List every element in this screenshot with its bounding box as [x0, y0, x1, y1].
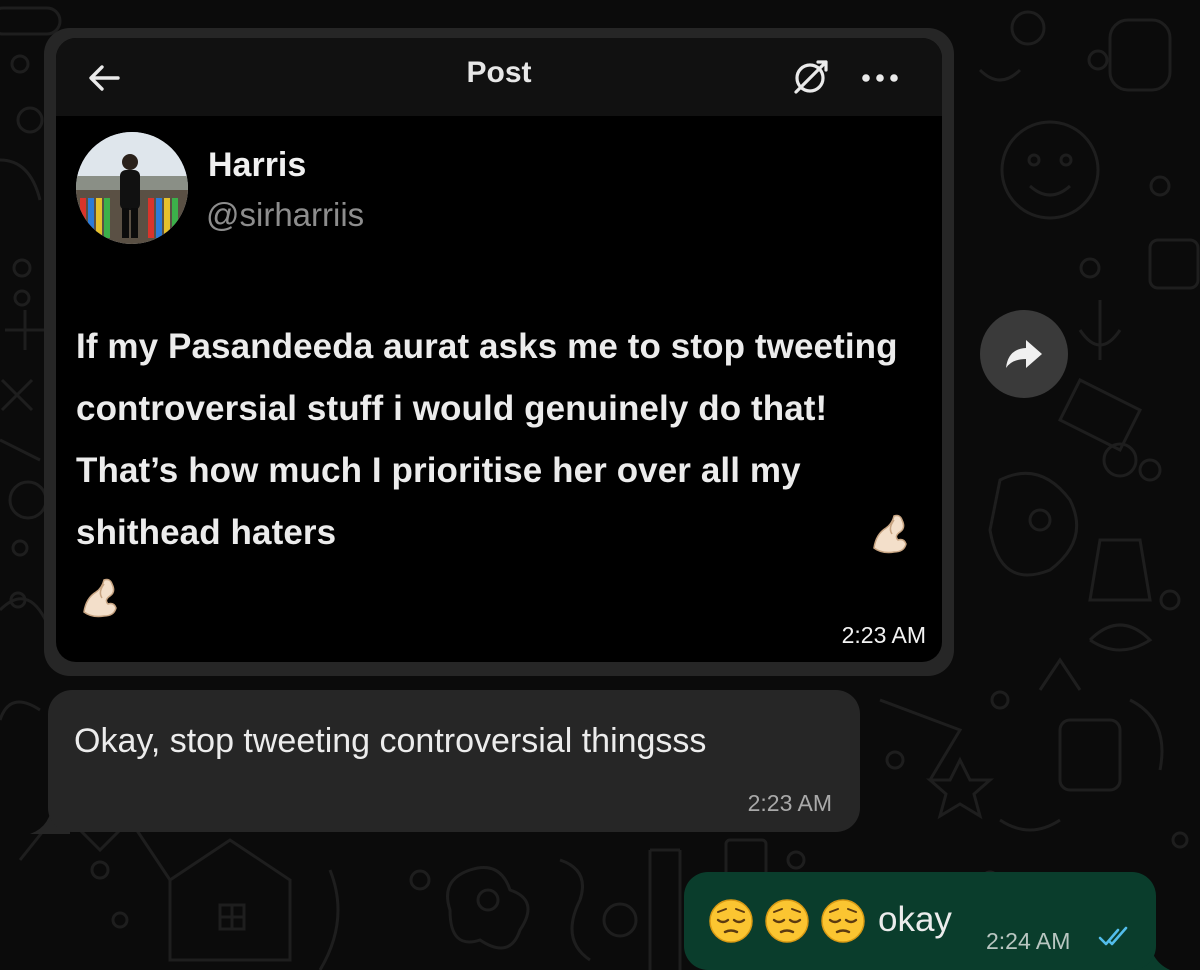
incoming-message-time: 2:23 AM	[747, 790, 832, 816]
post-message-time: 2:23 AM	[841, 622, 926, 648]
author-handle: @sirharriis	[206, 196, 365, 233]
incoming-message-bubble[interactable]: Okay, stop tweeting controversial things…	[48, 690, 860, 832]
outgoing-message-text: okay	[878, 900, 952, 939]
post-header-bar: Post	[56, 38, 942, 116]
outgoing-message-bubble[interactable]: okay 2:24 AM	[684, 872, 1156, 970]
author-avatar	[76, 132, 188, 244]
pensive-face-icon	[709, 899, 753, 943]
outgoing-message-time: 2:24 AM	[986, 928, 1071, 954]
pensive-face-icon	[765, 899, 809, 943]
double-check-read-icon	[1098, 926, 1128, 946]
pensive-face-icon	[821, 899, 865, 943]
pinching-hand-icon	[873, 514, 907, 554]
avatar-photo	[76, 132, 188, 244]
forward-arrow-icon	[1006, 340, 1042, 368]
post-screenshot: Post Harris @sirharriis If my Pasandeeda…	[56, 38, 942, 662]
forward-button[interactable]	[980, 310, 1068, 398]
no-entry-slash-icon	[794, 60, 828, 94]
ellipsis-icon	[862, 74, 898, 82]
post-text: If my Pasandeeda aurat asks me to stop t…	[76, 327, 898, 552]
pinching-hand-icon	[83, 578, 117, 618]
incoming-message-text: Okay, stop tweeting controversial things…	[74, 722, 707, 760]
author-name: Harris	[208, 146, 307, 184]
